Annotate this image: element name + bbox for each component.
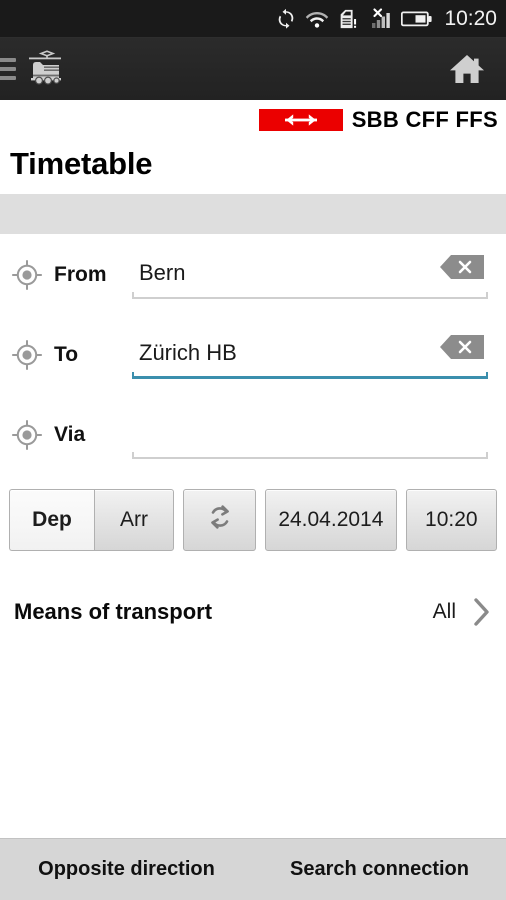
search-options-bar: Dep Arr 24.04.2014 10:20: [9, 489, 497, 551]
android-status-bar: 10:20: [0, 0, 506, 38]
status-clock: 10:20: [444, 6, 497, 30]
field-row-via: Via: [0, 395, 506, 475]
swap-refresh-icon: [205, 502, 235, 538]
gps-target-icon[interactable]: [0, 258, 54, 292]
sbb-mark-icon: [258, 109, 343, 131]
bottom-action-bar: Opposite direction Search connection: [0, 838, 506, 900]
app-action-bar: [0, 38, 506, 100]
brand-row: SBB CFF FFS: [0, 100, 506, 140]
field-label-to: To: [54, 343, 79, 366]
from-input[interactable]: [132, 251, 488, 295]
arr-button[interactable]: Arr: [94, 489, 174, 551]
wifi-icon: [305, 9, 329, 29]
field-wrap-via: [132, 411, 488, 459]
date-button[interactable]: 24.04.2014: [265, 489, 397, 551]
chevron-right-icon: [472, 596, 492, 628]
train-icon[interactable]: [23, 49, 67, 89]
sync-icon: [275, 8, 297, 30]
field-wrap-from: [132, 251, 488, 299]
timetable-screen: 10:20 SBB CFF FFS Timetable From Bern To…: [0, 0, 506, 900]
page-title: Timetable: [10, 146, 153, 181]
field-row-from: From: [0, 235, 506, 315]
gps-target-icon[interactable]: [0, 338, 54, 372]
field-wrap-to: [132, 331, 488, 379]
means-of-transport-row[interactable]: Means of transport All: [0, 590, 506, 634]
sbb-wordmark: SBB CFF FFS: [351, 107, 498, 132]
dep-arr-segment: Dep Arr: [9, 489, 174, 551]
sbb-logo: SBB CFF FFS: [258, 107, 498, 133]
via-input[interactable]: [132, 411, 488, 455]
means-of-transport-value: All: [432, 600, 456, 623]
swap-refresh-button[interactable]: [183, 489, 257, 551]
clear-to-button[interactable]: [438, 333, 486, 361]
field-row-to: To: [0, 315, 506, 395]
field-underline-from: [132, 292, 488, 299]
signal-no-service-icon: [367, 7, 393, 30]
search-connection-button[interactable]: Search connection: [253, 839, 506, 900]
field-underline-to: [132, 372, 488, 379]
clear-from-button[interactable]: [438, 253, 486, 281]
field-label-via: Via: [54, 423, 86, 446]
dep-button[interactable]: Dep: [9, 489, 94, 551]
to-input[interactable]: [132, 331, 488, 375]
home-icon[interactable]: [448, 52, 486, 86]
hamburger-menu-icon[interactable]: [0, 58, 16, 80]
gps-target-icon[interactable]: [0, 418, 54, 452]
battery-icon: [401, 10, 433, 28]
time-button[interactable]: 10:20: [405, 489, 497, 551]
means-of-transport-label: Means of transport: [14, 599, 213, 624]
field-underline-via: [132, 452, 488, 459]
field-label-from: From: [54, 263, 107, 286]
sim-card-alert-icon: [337, 8, 359, 30]
opposite-direction-button[interactable]: Opposite direction: [0, 839, 253, 900]
search-form: From To: [0, 235, 506, 475]
section-divider-bar: [0, 194, 506, 235]
